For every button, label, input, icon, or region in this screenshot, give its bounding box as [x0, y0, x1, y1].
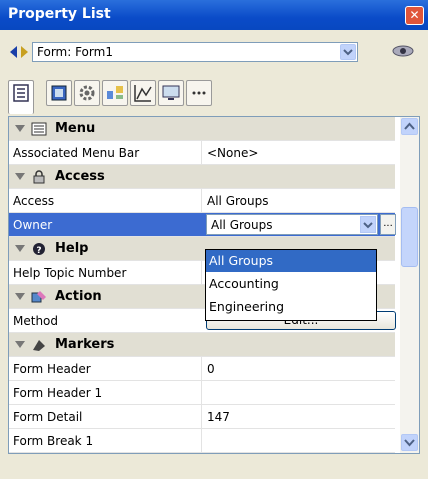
form-select-value: Form: Form1	[37, 45, 113, 59]
help-icon: ?	[33, 242, 45, 256]
properties-tab[interactable]	[8, 80, 34, 114]
objects-tab[interactable]	[102, 80, 128, 106]
list-icon	[13, 84, 29, 102]
form-tab[interactable]	[46, 80, 72, 106]
prop-row[interactable]: Form Header 1	[9, 381, 395, 405]
prop-value: All Groups	[207, 194, 269, 208]
section-label: Access	[55, 169, 105, 184]
property-list-window: Property List ✕ Form: Form1 Menu Associa…	[0, 0, 428, 479]
form-icon	[51, 85, 67, 101]
monitor-icon	[162, 85, 180, 100]
prop-row[interactable]: Form Break 1	[9, 429, 395, 453]
prop-value: 0	[207, 362, 215, 376]
section-label: Markers	[55, 337, 115, 352]
close-button[interactable]: ✕	[405, 6, 424, 25]
prop-key: Form Detail	[13, 410, 83, 424]
prop-row[interactable]: Form Header 0	[9, 357, 395, 381]
dropdown-option[interactable]: Engineering	[206, 296, 376, 318]
prop-key: Access	[13, 194, 55, 208]
section-access[interactable]: Access	[9, 165, 395, 189]
markers-icon	[33, 339, 45, 351]
section-label: Action	[55, 289, 102, 304]
dropdown-option[interactable]: All Groups	[206, 250, 376, 272]
window-title: Property List	[8, 6, 111, 22]
collapse-triangle-icon[interactable]	[15, 173, 25, 180]
prop-key: Form Header 1	[13, 386, 103, 400]
prop-value: <None>	[207, 146, 259, 160]
action-icon	[31, 290, 46, 302]
collapse-triangle-icon[interactable]	[15, 245, 25, 252]
section-menu[interactable]: Menu	[9, 117, 395, 141]
title-bar[interactable]: Property List ✕	[0, 0, 428, 30]
svg-text:?: ?	[36, 246, 41, 256]
collapse-triangle-icon[interactable]	[15, 125, 25, 132]
owner-select-value: All Groups	[211, 218, 273, 232]
scroll-down-button[interactable]	[401, 434, 418, 451]
prop-row[interactable]: Form Detail 147	[9, 405, 395, 429]
section-markers[interactable]: Markers	[9, 333, 395, 357]
chart-icon	[134, 85, 152, 102]
ellipsis-button[interactable]: ...	[380, 214, 396, 235]
collapse-triangle-icon[interactable]	[15, 293, 25, 300]
prop-key: Associated Menu Bar	[13, 146, 140, 160]
objects-icon	[107, 86, 123, 99]
owner-select[interactable]: All Groups	[206, 214, 378, 235]
form-select[interactable]: Form: Form1	[32, 42, 358, 62]
eye-icon[interactable]	[390, 42, 416, 60]
scroll-up-button[interactable]	[401, 118, 418, 135]
section-label: Help	[55, 241, 89, 256]
prop-key: Help Topic Number	[13, 266, 127, 280]
gear-tab[interactable]	[74, 80, 100, 106]
prop-row[interactable]: Associated Menu Bar <None>	[9, 141, 395, 165]
chevron-down-icon[interactable]	[340, 44, 356, 60]
vertical-scrollbar[interactable]	[400, 117, 419, 453]
prop-key: Method	[13, 314, 59, 328]
owner-dropdown-list: All Groups Accounting Engineering	[205, 249, 377, 321]
prop-row[interactable]: Access All Groups	[9, 189, 395, 213]
prop-row-owner[interactable]: Owner All Groups ...	[9, 213, 396, 237]
nav-arrows-icon[interactable]	[8, 42, 30, 62]
prop-key: Owner	[13, 218, 53, 232]
scroll-thumb[interactable]	[401, 207, 418, 267]
section-label: Menu	[55, 121, 96, 136]
collapse-triangle-icon[interactable]	[15, 341, 25, 348]
dropdown-option[interactable]: Accounting	[206, 273, 376, 295]
prop-key: Form Break 1	[13, 434, 94, 448]
chevron-down-icon[interactable]	[360, 216, 376, 233]
more-tab[interactable]	[186, 80, 212, 106]
prop-value: 147	[207, 410, 230, 424]
menu-icon	[31, 122, 47, 135]
prop-key: Form Header	[13, 362, 91, 376]
lock-icon	[33, 169, 45, 183]
more-icon	[192, 91, 206, 95]
chart-tab[interactable]	[130, 80, 156, 106]
gear-icon	[79, 85, 95, 101]
preview-tab[interactable]	[158, 80, 184, 106]
form-selector-bar: Form: Form1	[8, 42, 358, 62]
